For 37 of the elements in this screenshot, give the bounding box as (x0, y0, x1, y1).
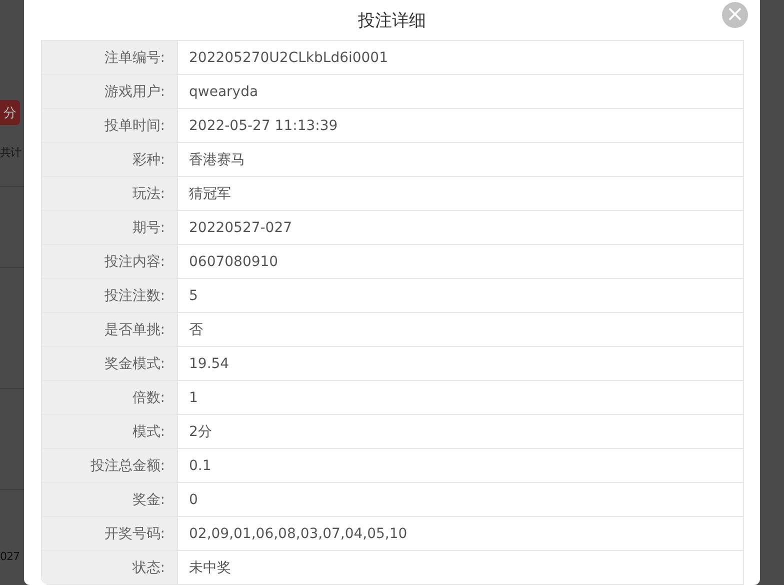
field-label: 模式: (132, 422, 165, 440)
field-value: 猜冠军 (189, 184, 231, 202)
field-label: 游戏用户: (104, 82, 165, 100)
field-label: 奖金模式: (104, 354, 165, 372)
field-label: 投单时间: (104, 116, 165, 134)
field-label: 彩种: (132, 150, 165, 168)
field-value: 香港赛马 (189, 150, 245, 168)
field-value: 0 (189, 492, 198, 508)
field-label: 玩法: (132, 184, 165, 202)
close-button[interactable]: × (722, 2, 748, 28)
field-value: 0607080910 (189, 254, 278, 270)
field-label: 期号: (132, 218, 165, 236)
field-value: 02,09,01,06,08,03,07,04,05,10 (189, 526, 408, 542)
field-label: 注单编号: (104, 48, 165, 66)
field-label: 倍数: (132, 388, 165, 406)
field-value: 19.54 (189, 356, 230, 372)
field-value: 2022-05-27 11:13:39 (189, 118, 338, 134)
status-badge: 分 (0, 100, 20, 125)
field-value: 2分 (189, 422, 212, 440)
total-label: 共计 (0, 145, 21, 160)
field-value: 202205270U2CLkbLd6i0001 (189, 50, 388, 66)
dialog-title: 投注详细 (358, 10, 426, 32)
field-label: 开奖号码: (104, 524, 165, 542)
field-label: 是否单挑: (104, 320, 165, 338)
field-label: 投注注数: (104, 286, 165, 304)
row-text: 027 (0, 550, 20, 563)
field-value: 否 (189, 320, 203, 338)
field-value: 0.1 (189, 458, 212, 474)
field-value: qwearyda (189, 84, 258, 100)
field-label: 奖金: (132, 490, 165, 508)
field-value: 20220527-027 (189, 220, 292, 236)
field-value: 5 (189, 288, 198, 304)
field-value: 未中奖 (189, 558, 231, 576)
field-label: 投注总金额: (90, 456, 165, 474)
field-label: 投注内容: (104, 252, 165, 270)
field-value: 1 (189, 390, 198, 406)
field-label: 状态: (132, 558, 165, 576)
